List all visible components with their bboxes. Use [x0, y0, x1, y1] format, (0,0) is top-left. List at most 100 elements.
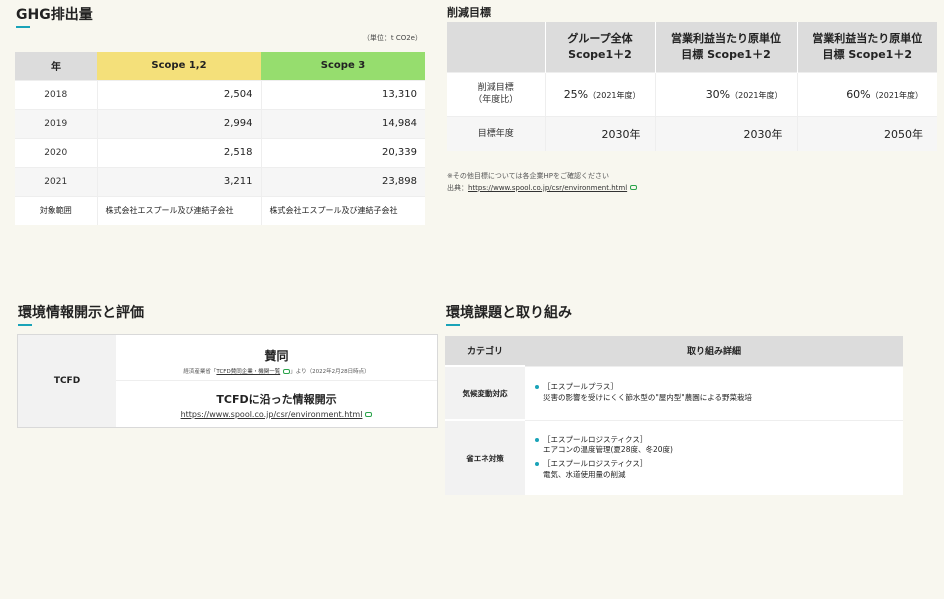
heading-underline	[16, 26, 30, 28]
disclosure-title-text: 環境情報開示と評価	[18, 305, 144, 321]
table-row: 気候変動対応 ［エスプールプラス］ 災害の影響を受けにくく節水型の"屋内型"農園…	[445, 365, 903, 420]
ghg-unit: （単位：t CO2e）	[362, 34, 422, 42]
row-label-line: （年度比）	[473, 95, 519, 105]
target-base-year: （2021年度）	[588, 90, 641, 100]
header-line: 目標 Scope1＋2	[822, 47, 912, 61]
row-label: 削減目標 （年度比）	[447, 71, 545, 116]
scope3-cell: 23,898	[260, 166, 425, 196]
target-base-year: （2021年度）	[870, 90, 923, 100]
ghg-header-row: 年 Scope 1,2 Scope 3	[15, 52, 425, 80]
category-cell: 省エネ対策	[445, 419, 525, 495]
detail-body: エアコンの温度管理(夏28度、冬20度)	[543, 445, 673, 455]
table-row: 2021 3,211 23,898	[15, 166, 425, 196]
year-cell: 2019	[15, 108, 97, 138]
detail-head: ［エスプールロジスティクス］	[543, 434, 648, 444]
tcfd-label: TCFD	[18, 335, 116, 427]
scope-range-label: 対象範囲	[15, 195, 97, 225]
heading-underline	[18, 324, 32, 326]
support-title: 賛同	[264, 349, 289, 363]
target-year-cell: 2030年	[544, 115, 655, 151]
target-value: 25%	[563, 87, 589, 101]
table-row: 2020 2,518 20,339	[15, 137, 425, 167]
scope3-cell: 14,984	[260, 108, 425, 138]
header-line: Scope1＋2	[568, 47, 632, 61]
row-label: 目標年度	[447, 115, 545, 151]
header-intensity-b: 営業利益当たり原単位 目標 Scope1＋2	[796, 22, 937, 72]
detail-head: ［エスプールプラス］	[543, 382, 618, 392]
row-label-line: 削減目標	[477, 82, 514, 93]
reduction-notes: ※その他目標については各企業HPをご確認ください 出典：https://www.…	[447, 171, 638, 195]
ghg-title: GHG排出量	[16, 4, 93, 28]
ghg-title-text: GHG排出量	[16, 7, 93, 23]
table-row: 2019 2,994 14,984	[15, 108, 425, 138]
note-other-targets: ※その他目標については各企業HPをご確認ください	[447, 172, 609, 180]
header-scope3: Scope 3	[261, 52, 425, 80]
heading-underline	[446, 324, 460, 326]
year-cell: 2018	[15, 79, 97, 109]
header-line: グループ全体	[567, 32, 633, 46]
actions-title-text: 環境課題と取り組み	[446, 305, 572, 321]
tcfd-box: TCFD 賛同 経済産業省「TCFD賛同企業・機関一覧 」より（2022年2月28…	[17, 334, 438, 428]
header-scope12: Scope 1,2	[97, 52, 261, 80]
detail-body: 電気、水道使用量の削減	[543, 470, 626, 480]
detail-cell: ［エスプールプラス］ 災害の影響を受けにくく節水型の"屋内型"農園による野菜栽培	[525, 365, 903, 420]
table-row: 省エネ対策 ［エスプールロジスティクス］ エアコンの温度管理(夏28度、冬20度…	[445, 419, 903, 495]
header-group-total: グループ全体 Scope1＋2	[544, 22, 655, 72]
header-line: 営業利益当たり原単位	[671, 32, 781, 46]
year-cell: 2021	[15, 166, 97, 196]
external-link-icon	[630, 185, 638, 191]
scope3-cell: 20,339	[260, 137, 425, 167]
target-value: 30%	[705, 87, 731, 101]
target-year-cell: 2030年	[654, 115, 797, 151]
header-corner	[447, 22, 545, 72]
scope3-range: 株式会社エスプール及び連結子会社	[260, 195, 425, 225]
scope12-cell: 2,518	[96, 137, 261, 167]
note-source: 出典：https://www.spool.co.jp/csr/environme…	[447, 183, 638, 195]
header-line: 目標 Scope1＋2	[681, 47, 771, 61]
target-cell: 30%（2021年度）	[654, 71, 797, 116]
disclosure-link[interactable]: https://www.spool.co.jp/csr/environment.…	[181, 410, 363, 419]
actions-table: カテゴリ 取り組み詳細 気候変動対応 ［エスプールプラス］ 災害の影響を受けにく…	[445, 336, 903, 495]
table-row: 削減目標 （年度比） 25%（2021年度） 30%（2021年度） 60%（2…	[447, 71, 937, 116]
scope12-cell: 2,504	[96, 79, 261, 109]
year-cell: 2020	[15, 137, 97, 167]
disclosure-title: 環境情報開示と評価	[18, 302, 144, 326]
header-intensity-a: 営業利益当たり原単位 目標 Scope1＋2	[654, 22, 797, 72]
scope12-cell: 3,211	[96, 166, 261, 196]
bullet-icon	[535, 462, 539, 467]
scope-range-row: 対象範囲 株式会社エスプール及び連結子会社 株式会社エスプール及び連結子会社	[15, 195, 425, 225]
header-year: 年	[15, 52, 97, 80]
reduction-table: グループ全体 Scope1＋2 営業利益当たり原単位 目標 Scope1＋2 営…	[447, 22, 937, 151]
detail-head: ［エスプールロジスティクス］	[543, 459, 648, 469]
target-year-cell: 2050年	[796, 115, 937, 151]
detail-item: ［エスプールプラス］ 災害の影響を受けにくく節水型の"屋内型"農園による野菜栽培	[535, 382, 903, 404]
external-link-icon	[365, 412, 373, 417]
scope12-cell: 2,994	[96, 108, 261, 138]
target-base-year: （2021年度）	[730, 90, 783, 100]
detail-body: 災害の影響を受けにくく節水型の"屋内型"農園による野菜栽培	[543, 393, 753, 402]
actions-header-row: カテゴリ 取り組み詳細	[445, 336, 903, 366]
detail-cell: ［エスプールロジスティクス］ エアコンの温度管理(夏28度、冬20度) ［エスプ…	[525, 419, 903, 495]
support-note-suffix: 」より（2022年2月28日時点）	[290, 369, 370, 375]
scope3-cell: 13,310	[260, 79, 425, 109]
detail-item: ［エスプールロジスティクス］ エアコンの温度管理(夏28度、冬20度)	[535, 435, 903, 457]
detail-item: ［エスプールロジスティクス］ 電気、水道使用量の削減	[535, 459, 903, 481]
disclose-title: TCFDに沿った情報開示	[216, 393, 337, 406]
table-row: 目標年度 2030年 2030年 2050年	[447, 115, 937, 151]
source-link[interactable]: https://www.spool.co.jp/csr/environment.…	[468, 184, 627, 192]
bullet-icon	[535, 385, 539, 390]
reduction-header-row: グループ全体 Scope1＋2 営業利益当たり原単位 目標 Scope1＋2 営…	[447, 22, 937, 72]
support-note: 経済産業省「TCFD賛同企業・機関一覧 」より（2022年2月28日時点）	[116, 367, 437, 375]
actions-title: 環境課題と取り組み	[446, 302, 572, 326]
target-cell: 60%（2021年度）	[796, 71, 937, 116]
header-category: カテゴリ	[445, 336, 525, 366]
table-row: 2018 2,504 13,310	[15, 79, 425, 109]
tcfd-disclosure: TCFDに沿った情報開示 https://www.spool.co.jp/csr…	[116, 381, 437, 427]
scope12-range: 株式会社エスプール及び連結子会社	[96, 195, 261, 225]
ghg-table: 年 Scope 1,2 Scope 3 2018 2,504 13,310 20…	[15, 52, 425, 225]
target-cell: 25%（2021年度）	[544, 71, 655, 116]
header-line: 営業利益当たり原単位	[812, 32, 923, 46]
target-value: 60%	[846, 87, 871, 101]
tcfd-list-link[interactable]: TCFD賛同企業・機関一覧	[216, 369, 280, 375]
reduction-title: 削減目標	[447, 6, 491, 19]
